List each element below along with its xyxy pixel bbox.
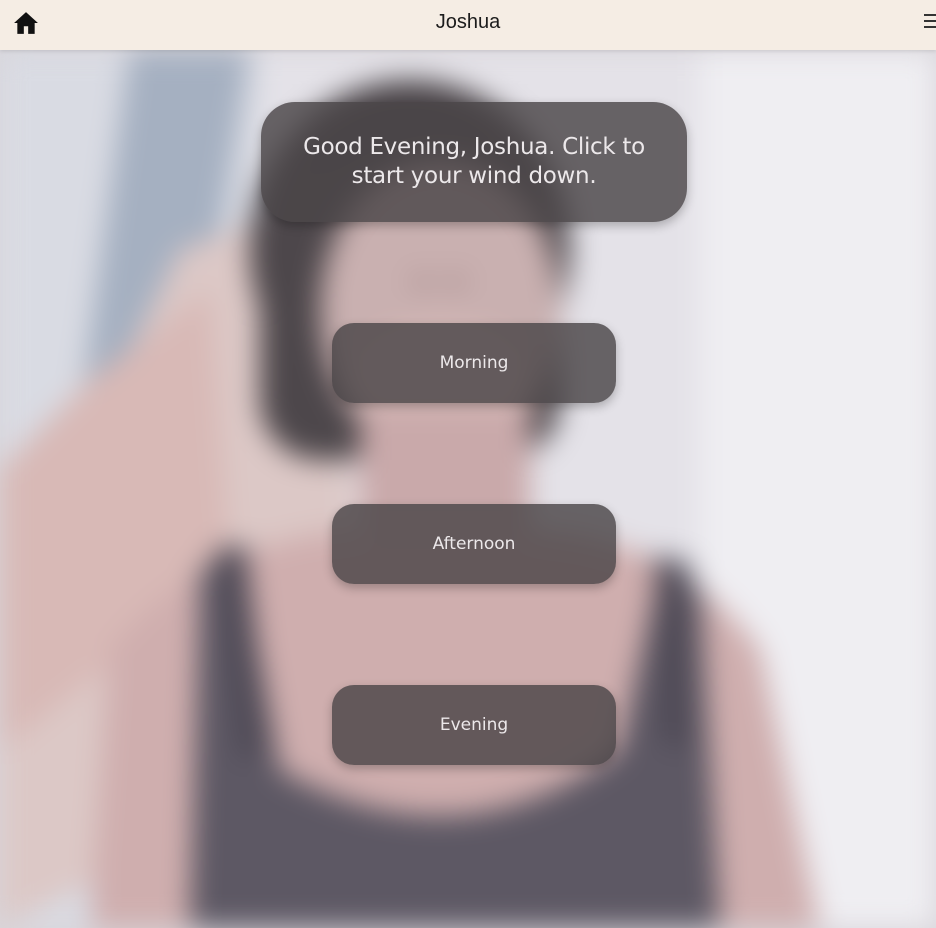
- page-title: Joshua: [435, 11, 501, 33]
- greeting-card[interactable]: Good Evening, Joshua. Click to start you…: [261, 102, 687, 222]
- top-bar: Joshua: [0, 0, 936, 50]
- app-screen: Joshua Good Evening, Joshua. Click to st…: [0, 0, 936, 928]
- morning-button-label: Morning: [439, 353, 509, 373]
- morning-button[interactable]: Morning: [332, 323, 616, 403]
- hamburger-menu-icon[interactable]: [924, 10, 936, 32]
- greeting-text: Good Evening, Joshua. Click to start you…: [303, 134, 645, 189]
- afternoon-button[interactable]: Afternoon: [332, 504, 616, 584]
- afternoon-button-label: Afternoon: [432, 534, 516, 554]
- evening-button-label: Evening: [439, 715, 509, 735]
- evening-button[interactable]: Evening: [332, 685, 616, 765]
